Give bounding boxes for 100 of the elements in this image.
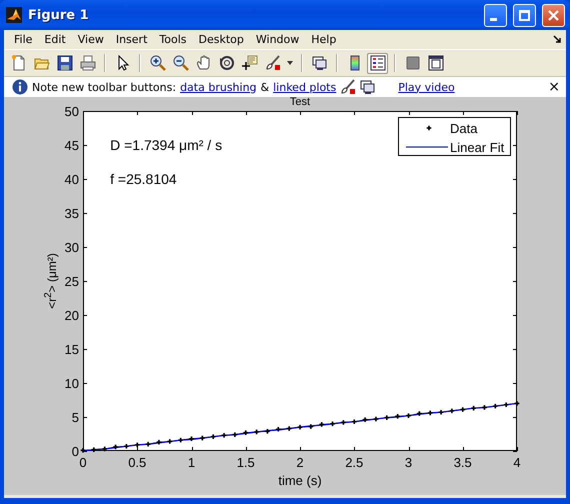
x-tick-label: 1 — [188, 455, 196, 470]
linked-windows-icon — [312, 55, 328, 71]
data-point — [460, 407, 466, 412]
data-point — [276, 426, 281, 432]
linked-windows-icon — [360, 79, 376, 95]
data-point — [286, 426, 292, 431]
info-message: Note new toolbar buttons: — [32, 80, 176, 94]
menu-item[interactable]: Edit — [38, 33, 72, 46]
app-logo-icon — [6, 7, 22, 23]
printer-icon — [80, 55, 96, 71]
zoom-in-icon — [150, 55, 166, 71]
y-tick-label: 20 — [64, 308, 79, 323]
data-point — [134, 442, 140, 448]
data-point — [210, 434, 216, 440]
data-point — [504, 402, 508, 408]
plot-title: Test — [290, 96, 310, 109]
data-point — [395, 414, 400, 419]
data-point — [298, 424, 302, 430]
play-video-link[interactable]: Play video — [398, 80, 455, 94]
data-cursor-icon — [242, 55, 258, 71]
legend-label: Linear Fit — [450, 140, 504, 155]
close-icon — [548, 10, 559, 20]
data-point — [200, 436, 205, 440]
data-point — [330, 422, 335, 426]
maximize-icon — [519, 10, 530, 20]
x-tick-label: 2 — [296, 455, 304, 470]
data-point — [178, 438, 183, 442]
x-axis-label: time (s) — [278, 473, 322, 488]
plot-annotation: f =25.8104 — [110, 171, 177, 187]
ampersand-text: & — [260, 80, 270, 94]
data-point — [168, 439, 172, 444]
y-tick-label: 50 — [64, 104, 79, 119]
x-tick-label: 4 — [513, 455, 521, 470]
data-point — [352, 419, 357, 424]
data-point — [482, 405, 487, 410]
legend-line — [406, 146, 448, 148]
hand-icon — [196, 55, 212, 71]
data-point — [102, 446, 107, 452]
y-tick-label: 0 — [72, 444, 79, 459]
window-title: Figure 1 — [28, 8, 90, 22]
legend-label: Data — [450, 121, 478, 136]
menu-item[interactable]: Insert — [110, 33, 154, 46]
menu-item[interactable]: Help — [305, 33, 342, 46]
data-point — [308, 424, 314, 429]
minimize-button[interactable] — [484, 4, 507, 26]
x-tick-label: 3 — [404, 455, 412, 470]
y-tick-label: 5 — [72, 410, 79, 425]
data-point — [438, 410, 444, 415]
data-point — [113, 444, 118, 450]
y-tick-label: 10 — [64, 376, 79, 391]
dock-arrow-icon[interactable] — [553, 35, 562, 44]
data-point — [450, 408, 454, 414]
y-tick-label: 25 — [64, 274, 79, 289]
data-point — [146, 442, 150, 446]
data-point — [374, 416, 378, 422]
maximize-button[interactable] — [513, 4, 536, 26]
y-tick-label: 35 — [64, 206, 79, 221]
data-point — [384, 415, 390, 420]
x-tick-label: 3.5 — [454, 455, 472, 470]
data-point — [471, 406, 476, 410]
x-tick-label: 0 — [79, 455, 87, 470]
data-point — [417, 411, 422, 416]
menu-item[interactable]: Window — [250, 33, 306, 46]
data-point — [232, 432, 238, 437]
x-tick-label: 2.5 — [345, 455, 364, 470]
menu-item[interactable]: View — [72, 33, 110, 46]
data-point — [514, 401, 520, 406]
data-point — [319, 422, 324, 427]
data-point — [254, 430, 259, 434]
caret-icon — [287, 61, 293, 65]
menu-item[interactable]: Desktop — [192, 33, 250, 46]
data-point — [243, 430, 248, 435]
x-tick-label: 0.5 — [128, 455, 146, 470]
data-brushing-link[interactable]: data brushing — [180, 80, 257, 94]
close-button[interactable] — [542, 4, 565, 26]
close-icon[interactable]: × — [548, 79, 560, 95]
brush-icon — [264, 55, 280, 71]
data-point — [406, 413, 411, 418]
legend-icon — [370, 55, 386, 71]
data-point — [124, 444, 129, 449]
minimize-icon — [490, 18, 497, 20]
data-point — [189, 436, 194, 442]
menu-item[interactable]: Tools — [153, 33, 193, 46]
y-tick-label: 30 — [64, 240, 79, 255]
linked-plots-link[interactable]: linked plots — [273, 80, 336, 94]
y-tick-label: 15 — [64, 342, 79, 357]
zoom-out-icon — [172, 55, 188, 71]
legend-button[interactable] — [367, 52, 388, 74]
data-point — [222, 433, 226, 438]
save-icon — [56, 55, 72, 71]
rotate-icon — [218, 55, 234, 71]
menu-item[interactable]: File — [8, 33, 38, 46]
data-point — [265, 428, 270, 434]
data-point — [428, 410, 432, 416]
new-file-icon — [10, 55, 26, 71]
y-tick-label: 40 — [64, 172, 79, 187]
data-point — [493, 404, 498, 408]
plot-annotation: D =1.7394 μm² / s — [110, 137, 222, 153]
data-point — [80, 448, 86, 453]
data-point — [341, 420, 346, 425]
